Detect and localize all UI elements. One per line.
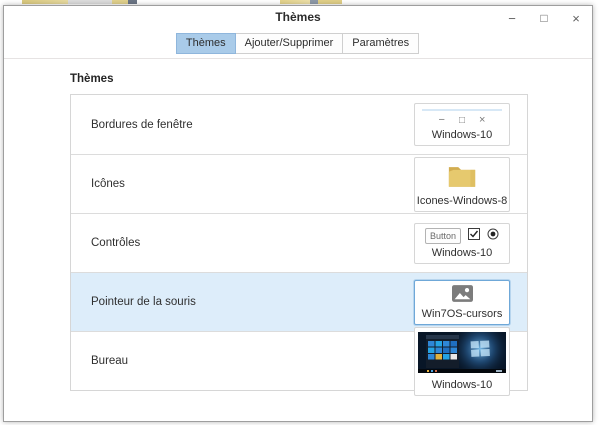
tab-settings[interactable]: Paramètres — [342, 33, 419, 54]
folder-icon — [447, 162, 477, 192]
theme-name: Windows-10 — [432, 129, 493, 141]
window-buttons-preview: − □ × — [439, 115, 486, 126]
theme-name: Windows-10 — [432, 247, 493, 259]
theme-name: Windows-10 — [432, 379, 493, 391]
row-label: Pointeur de la souris — [91, 296, 414, 308]
desktop-icon-fragment — [318, 0, 342, 4]
tab-add-remove[interactable]: Ajouter/Supprimer — [235, 33, 344, 54]
theme-name: Icones-Windows-8 — [417, 195, 507, 207]
desktop-icon-fragment — [22, 0, 68, 4]
button-preview: Button — [425, 228, 461, 244]
desktop-icon-fragment — [112, 0, 128, 4]
maximize-button[interactable]: □ — [533, 7, 555, 29]
titlebar-preview-line — [422, 109, 502, 111]
radio-selected-icon — [487, 228, 499, 243]
tab-bar: Thèmes Ajouter/Supprimer Paramètres — [4, 33, 592, 54]
controls-preview: Button — [425, 228, 499, 244]
themes-window: Thèmes − □ × Thèmes Ajouter/Supprimer Pa… — [3, 5, 593, 422]
close-icon: × — [479, 115, 485, 126]
content-area: Thèmes Bordures de fenêtre − □ × Windows… — [4, 59, 592, 419]
row-label: Icônes — [91, 178, 414, 190]
theme-row-controls: Contrôles Button — [71, 213, 527, 272]
theme-list: Bordures de fenêtre − □ × Windows-10 Icô… — [70, 94, 528, 391]
close-button[interactable]: × — [565, 7, 587, 29]
window-borders-theme-button[interactable]: − □ × Windows-10 — [414, 103, 510, 146]
minimize-icon: − — [439, 115, 445, 126]
icon-theme-button[interactable]: Icones-Windows-8 — [414, 157, 510, 212]
theme-name: Win7OS-cursors — [422, 308, 503, 320]
theme-row-desktop: Bureau — [71, 331, 527, 390]
titlebar[interactable]: Thèmes − □ × — [4, 6, 592, 30]
row-label: Contrôles — [91, 237, 414, 249]
section-title: Thèmes — [70, 73, 592, 85]
desktop-icon-fragment — [68, 0, 112, 4]
window-controls: − □ × — [491, 6, 587, 30]
row-label: Bordures de fenêtre — [91, 119, 414, 131]
desktop-icon-fragment — [310, 0, 318, 4]
tab-themes[interactable]: Thèmes — [176, 33, 236, 54]
theme-row-mouse-pointer[interactable]: Pointeur de la souris Win7OS-cursors — [71, 272, 527, 331]
cursor-theme-button[interactable]: Win7OS-cursors — [414, 280, 510, 325]
controls-theme-button[interactable]: Button — [414, 223, 510, 264]
maximize-icon: □ — [459, 115, 465, 126]
image-placeholder-icon — [452, 285, 473, 305]
row-label: Bureau — [91, 355, 414, 367]
checkbox-checked-icon — [468, 228, 480, 243]
theme-row-window-borders: Bordures de fenêtre − □ × Windows-10 — [71, 95, 527, 154]
bottom-spacer — [70, 391, 592, 419]
desktop-icon-fragment — [280, 0, 310, 4]
desktop-theme-button[interactable]: Windows-10 — [414, 327, 510, 396]
minimize-button[interactable]: − — [501, 7, 523, 29]
theme-row-icons: Icônes Icones-Windows-8 — [71, 154, 527, 213]
desktop-icon-fragment — [128, 0, 137, 4]
desktop-thumbnail — [418, 332, 506, 376]
